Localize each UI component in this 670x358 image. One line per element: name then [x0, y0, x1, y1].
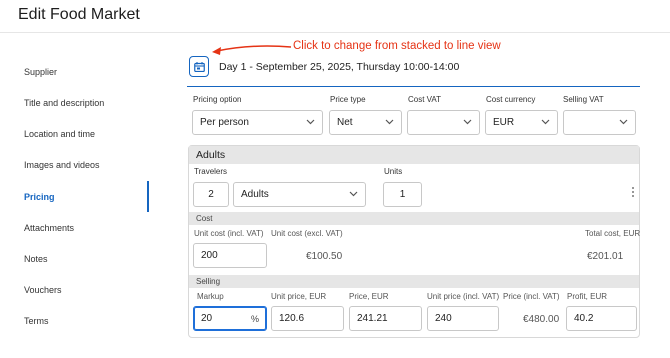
unit-cost-incl-vat-label: Unit cost (incl. VAT) — [194, 229, 264, 238]
cost-section-header: Cost — [189, 212, 639, 225]
day-title: Day 1 - September 25, 2025, Thursday 10:… — [219, 61, 460, 73]
traveler-type-select[interactable]: Adults — [233, 182, 366, 207]
chevron-down-icon — [463, 119, 472, 125]
view-toggle-button[interactable] — [189, 56, 209, 77]
price-incl-vat-label: Price (incl. VAT) — [503, 292, 560, 301]
sidebar-item-vouchers[interactable]: Vouchers — [24, 285, 62, 295]
price-label: Price, EUR — [349, 292, 389, 301]
pricing-option-label: Pricing option — [193, 95, 242, 104]
total-cost-value: €201.01 — [587, 251, 624, 262]
cost-vat-select[interactable] — [407, 110, 480, 135]
cost-currency-select[interactable]: EUR — [485, 110, 558, 135]
unit-price-incl-vat-input[interactable]: 240 — [427, 306, 499, 331]
unit-cost-excl-vat-label: Unit cost (excl. VAT) — [271, 229, 343, 238]
units-label: Units — [384, 167, 403, 176]
traveler-type-value: Adults — [241, 189, 269, 200]
calendar-icon — [193, 61, 205, 72]
price-type-label: Price type — [330, 95, 366, 104]
sidebar-item-pricing[interactable]: Pricing — [24, 192, 55, 202]
units-input[interactable]: 1 — [383, 182, 422, 207]
cost-vat-label: Cost VAT — [408, 95, 442, 104]
unit-cost-excl-vat-value: €100.50 — [306, 251, 343, 262]
price-input[interactable]: 241.21 — [349, 306, 422, 331]
sidebar-item-images-and-videos[interactable]: Images and videos — [24, 160, 100, 170]
price-type-value: Net — [337, 117, 353, 128]
sidebar-item-attachments[interactable]: Attachments — [24, 223, 74, 233]
unit-cost-incl-vat-input[interactable]: 200 — [193, 243, 267, 268]
unit-price-incl-vat-label: Unit price (incl. VAT) — [427, 292, 500, 301]
active-nav-indicator — [147, 181, 149, 212]
price-incl-vat-value: €480.00 — [523, 314, 560, 325]
travelers-count-input[interactable]: 2 — [193, 182, 229, 207]
chevron-down-icon — [349, 191, 358, 197]
day-header-underline — [187, 86, 640, 87]
sidebar-item-location-and-time[interactable]: Location and time — [24, 129, 95, 139]
profit-input[interactable]: 40.2 — [566, 306, 637, 331]
percent-suffix: % — [250, 313, 259, 324]
annotation-note: Click to change from stacked to line vie… — [293, 40, 501, 52]
sidebar-item-supplier[interactable]: Supplier — [24, 67, 57, 77]
annotation-arrow-icon — [212, 45, 292, 55]
selling-vat-label: Selling VAT — [563, 95, 604, 104]
unit-price-input[interactable]: 120.6 — [271, 306, 344, 331]
chevron-down-icon — [619, 119, 628, 125]
cost-currency-value: EUR — [493, 117, 515, 128]
chevron-down-icon — [385, 119, 394, 125]
profit-label: Profit, EUR — [567, 292, 608, 301]
travelers-label: Travelers — [194, 167, 228, 176]
sidebar-item-notes[interactable]: Notes — [24, 254, 48, 264]
header-divider — [0, 32, 670, 33]
unit-price-label: Unit price, EUR — [271, 292, 327, 301]
sidebar-item-title-and-description[interactable]: Title and description — [24, 98, 104, 108]
page-title: Edit Food Market — [18, 6, 140, 23]
selling-section-header: Selling — [189, 275, 639, 288]
sidebar-item-terms[interactable]: Terms — [24, 316, 49, 326]
pricing-option-value: Per person — [200, 117, 249, 128]
chevron-down-icon — [541, 119, 550, 125]
selling-vat-select[interactable] — [563, 110, 636, 135]
total-cost-label: Total cost, EUR — [585, 229, 641, 238]
chevron-down-icon — [306, 119, 315, 125]
cost-currency-label: Cost currency — [486, 95, 536, 104]
markup-label: Markup — [197, 292, 224, 301]
adults-section-header: Adults — [189, 146, 639, 164]
markup-value: 20 — [201, 313, 213, 324]
price-type-select[interactable]: Net — [329, 110, 402, 135]
more-options-icon[interactable] — [632, 187, 635, 199]
markup-input[interactable]: 20 % — [193, 306, 267, 331]
pricing-option-select[interactable]: Per person — [192, 110, 323, 135]
